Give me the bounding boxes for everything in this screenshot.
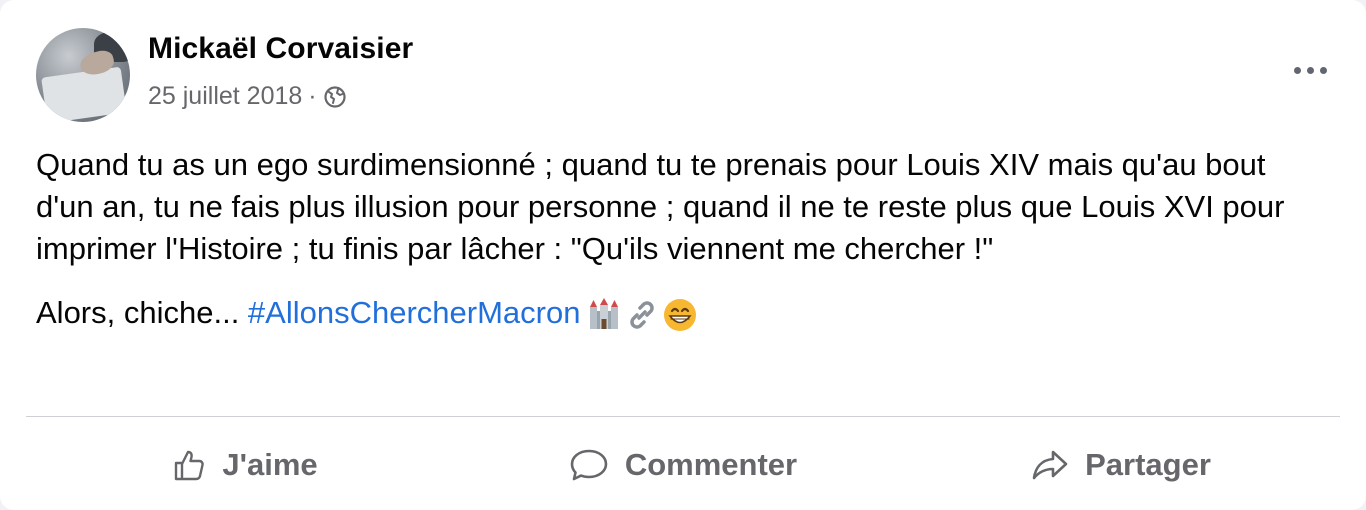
emoji-group [586, 297, 700, 333]
author-name[interactable]: Mickaël Corvaisier [148, 32, 413, 66]
hashtag-link[interactable]: #AllonsChercherMacron [248, 295, 581, 330]
post-actions: J'aime Commenter Partager [26, 420, 1340, 510]
link-emoji [630, 301, 655, 329]
meta-separator: · [308, 82, 317, 110]
post-paragraph-2: Alors, chiche... #AllonsChercherMacron [36, 292, 1326, 334]
more-options-icon [1293, 66, 1301, 74]
like-label: J'aime [222, 447, 318, 482]
comment-label: Commenter [624, 447, 798, 482]
share-label: Partager [1085, 447, 1211, 482]
like-button[interactable]: J'aime [26, 420, 464, 510]
castle-emoji [590, 297, 619, 329]
grinning-face-emoji [664, 298, 697, 331]
comment-button[interactable]: Commenter [464, 420, 902, 510]
share-icon [1032, 450, 1068, 480]
post-header: Mickaël Corvaisier 25 juillet 2018 · [36, 28, 1336, 124]
avatar[interactable] [36, 28, 130, 122]
actions-divider [26, 416, 1340, 417]
post-meta: 25 juillet 2018 · [148, 82, 347, 111]
post-text: Quand tu as un ego surdimensionné ; quan… [36, 144, 1326, 334]
thumbs-up-icon [175, 450, 205, 481]
share-button[interactable]: Partager [902, 420, 1340, 510]
post-paragraph-1: Quand tu as un ego surdimensionné ; quan… [36, 147, 1285, 266]
post-card: Mickaël Corvaisier 25 juillet 2018 · Qua… [0, 0, 1366, 510]
globe-icon[interactable] [323, 85, 347, 109]
post-paragraph-2-prefix: Alors, chiche... [36, 295, 248, 330]
more-options-button[interactable] [1288, 56, 1332, 84]
comment-icon [570, 449, 608, 481]
post-date[interactable]: 25 juillet 2018 [148, 82, 302, 111]
